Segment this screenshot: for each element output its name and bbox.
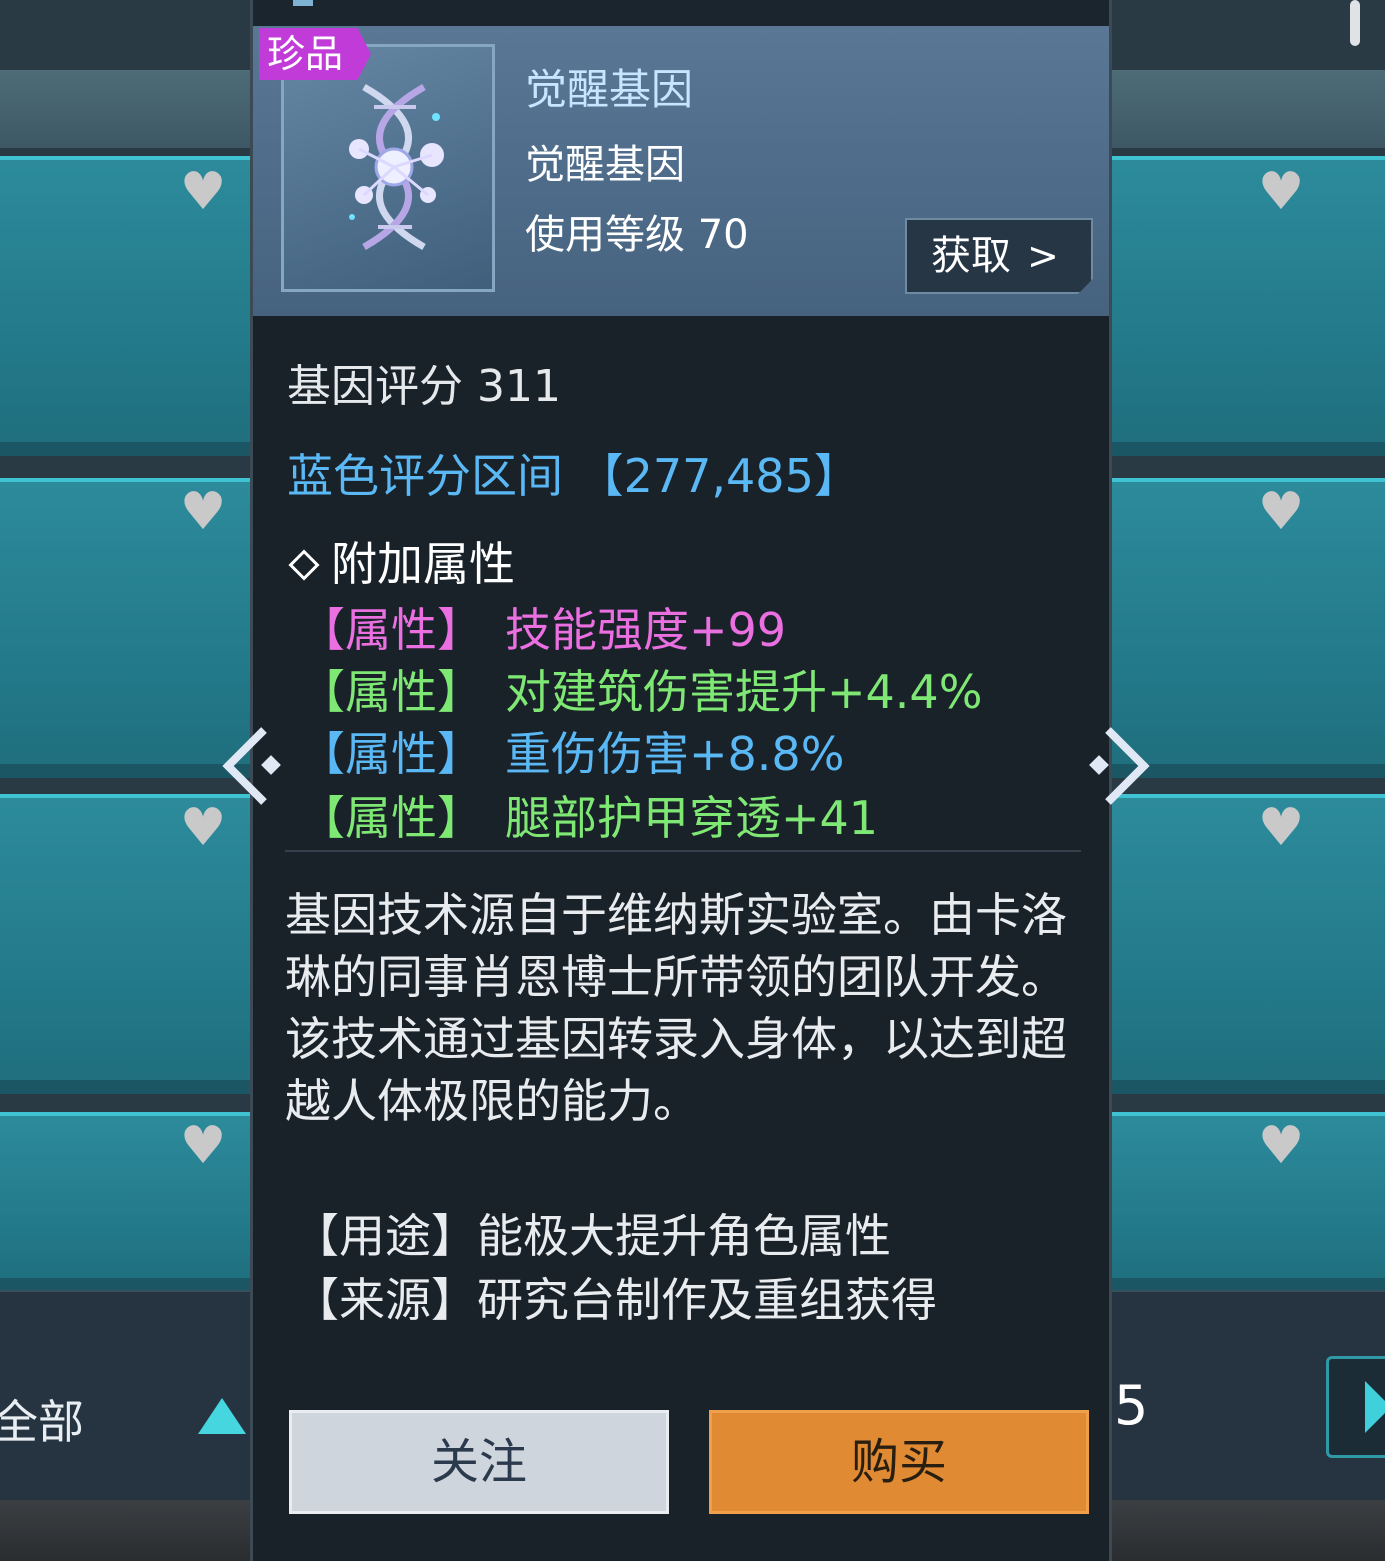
chevron-left-icon[interactable] (218, 724, 288, 808)
heart-icon[interactable]: ♥ (1254, 166, 1308, 218)
dna-icon (349, 83, 444, 251)
attribute-row: 【属性】 重伤伤害+8.8% (299, 718, 844, 784)
item-detail-popup: 珍品 觉醒基因 觉醒基因 使用等级 70 获取 > 基因评分 311 蓝色评分区间… (250, 0, 1112, 1561)
background-item-card[interactable] (1110, 1112, 1385, 1292)
attribute-tag: 【属性】 (299, 603, 483, 657)
background-strip (0, 70, 260, 148)
divider (285, 850, 1081, 852)
obtain-button[interactable]: 获取 > (905, 218, 1093, 294)
item-usage: 【用途】能极大提升角色属性 (293, 1209, 891, 1263)
chevron-right-icon: > (1027, 234, 1059, 278)
attribute-row: 【属性】 对建筑伤害提升+4.4% (299, 656, 982, 722)
attribute-value: 重伤伤害+8.8% (505, 727, 845, 781)
top-tab-marker (293, 0, 313, 6)
buy-button[interactable]: 购买 (709, 1410, 1089, 1514)
attribute-row: 【属性】 腿部护甲穿透+41 (299, 782, 878, 848)
background-strip (1110, 70, 1385, 148)
attribute-tag: 【属性】 (299, 791, 483, 845)
heart-icon[interactable]: ♥ (176, 486, 230, 538)
next-page-button[interactable] (1326, 1356, 1385, 1458)
item-level: 使用等级 70 (525, 212, 749, 258)
gene-score: 基因评分 311 (287, 361, 561, 412)
item-description: 基因技术源自于维纳斯实验室。由卡洛琳的同事肖恩博士所带领的团队开发。该技术通过基… (285, 888, 1067, 1128)
background-item-card[interactable] (1110, 794, 1385, 1094)
item-icon-frame (281, 44, 495, 292)
item-header: 珍品 觉醒基因 觉醒基因 使用等级 70 获取 > (253, 26, 1109, 316)
attribute-tag: 【属性】 (299, 727, 483, 781)
background-item-card[interactable] (1110, 156, 1385, 456)
attribute-tag: 【属性】 (299, 665, 483, 719)
attribute-value: 技能强度+99 (505, 603, 787, 657)
attribute-row: 【属性】 技能强度+99 (299, 594, 786, 660)
rarity-badge: 珍品 (259, 28, 371, 80)
item-source: 【来源】研究台制作及重组获得 (293, 1273, 937, 1327)
score-range: 蓝色评分区间 【277,485】 (287, 449, 860, 503)
attribute-value: 腿部护甲穿透+41 (505, 791, 879, 845)
extra-attributes-label: 附加属性 (331, 537, 515, 591)
heart-icon[interactable]: ♥ (176, 802, 230, 854)
obtain-label: 获取 (931, 233, 1011, 279)
heart-icon[interactable]: ♥ (1254, 1120, 1308, 1172)
item-type: 觉醒基因 (525, 142, 685, 188)
popup-top-bar (253, 0, 1109, 26)
attribute-value: 对建筑伤害提升+4.4% (505, 665, 983, 719)
diamond-icon (288, 548, 320, 581)
heart-icon[interactable]: ♥ (1254, 802, 1308, 854)
filter-all-label[interactable]: 全部 (0, 1386, 84, 1452)
follow-button[interactable]: 关注 (289, 1410, 669, 1514)
page-number: 5 (1114, 1374, 1149, 1437)
chevron-right-icon[interactable] (1084, 724, 1154, 808)
heart-icon[interactable]: ♥ (1254, 486, 1308, 538)
sort-up-icon[interactable] (198, 1398, 246, 1434)
heart-icon[interactable]: ♥ (176, 1120, 230, 1172)
item-name: 觉醒基因 (525, 65, 694, 114)
play-right-icon (1365, 1381, 1385, 1433)
extra-attributes-title: 附加属性 (287, 528, 515, 594)
scroll-indicator[interactable] (1350, 0, 1360, 46)
heart-icon[interactable]: ♥ (176, 166, 230, 218)
